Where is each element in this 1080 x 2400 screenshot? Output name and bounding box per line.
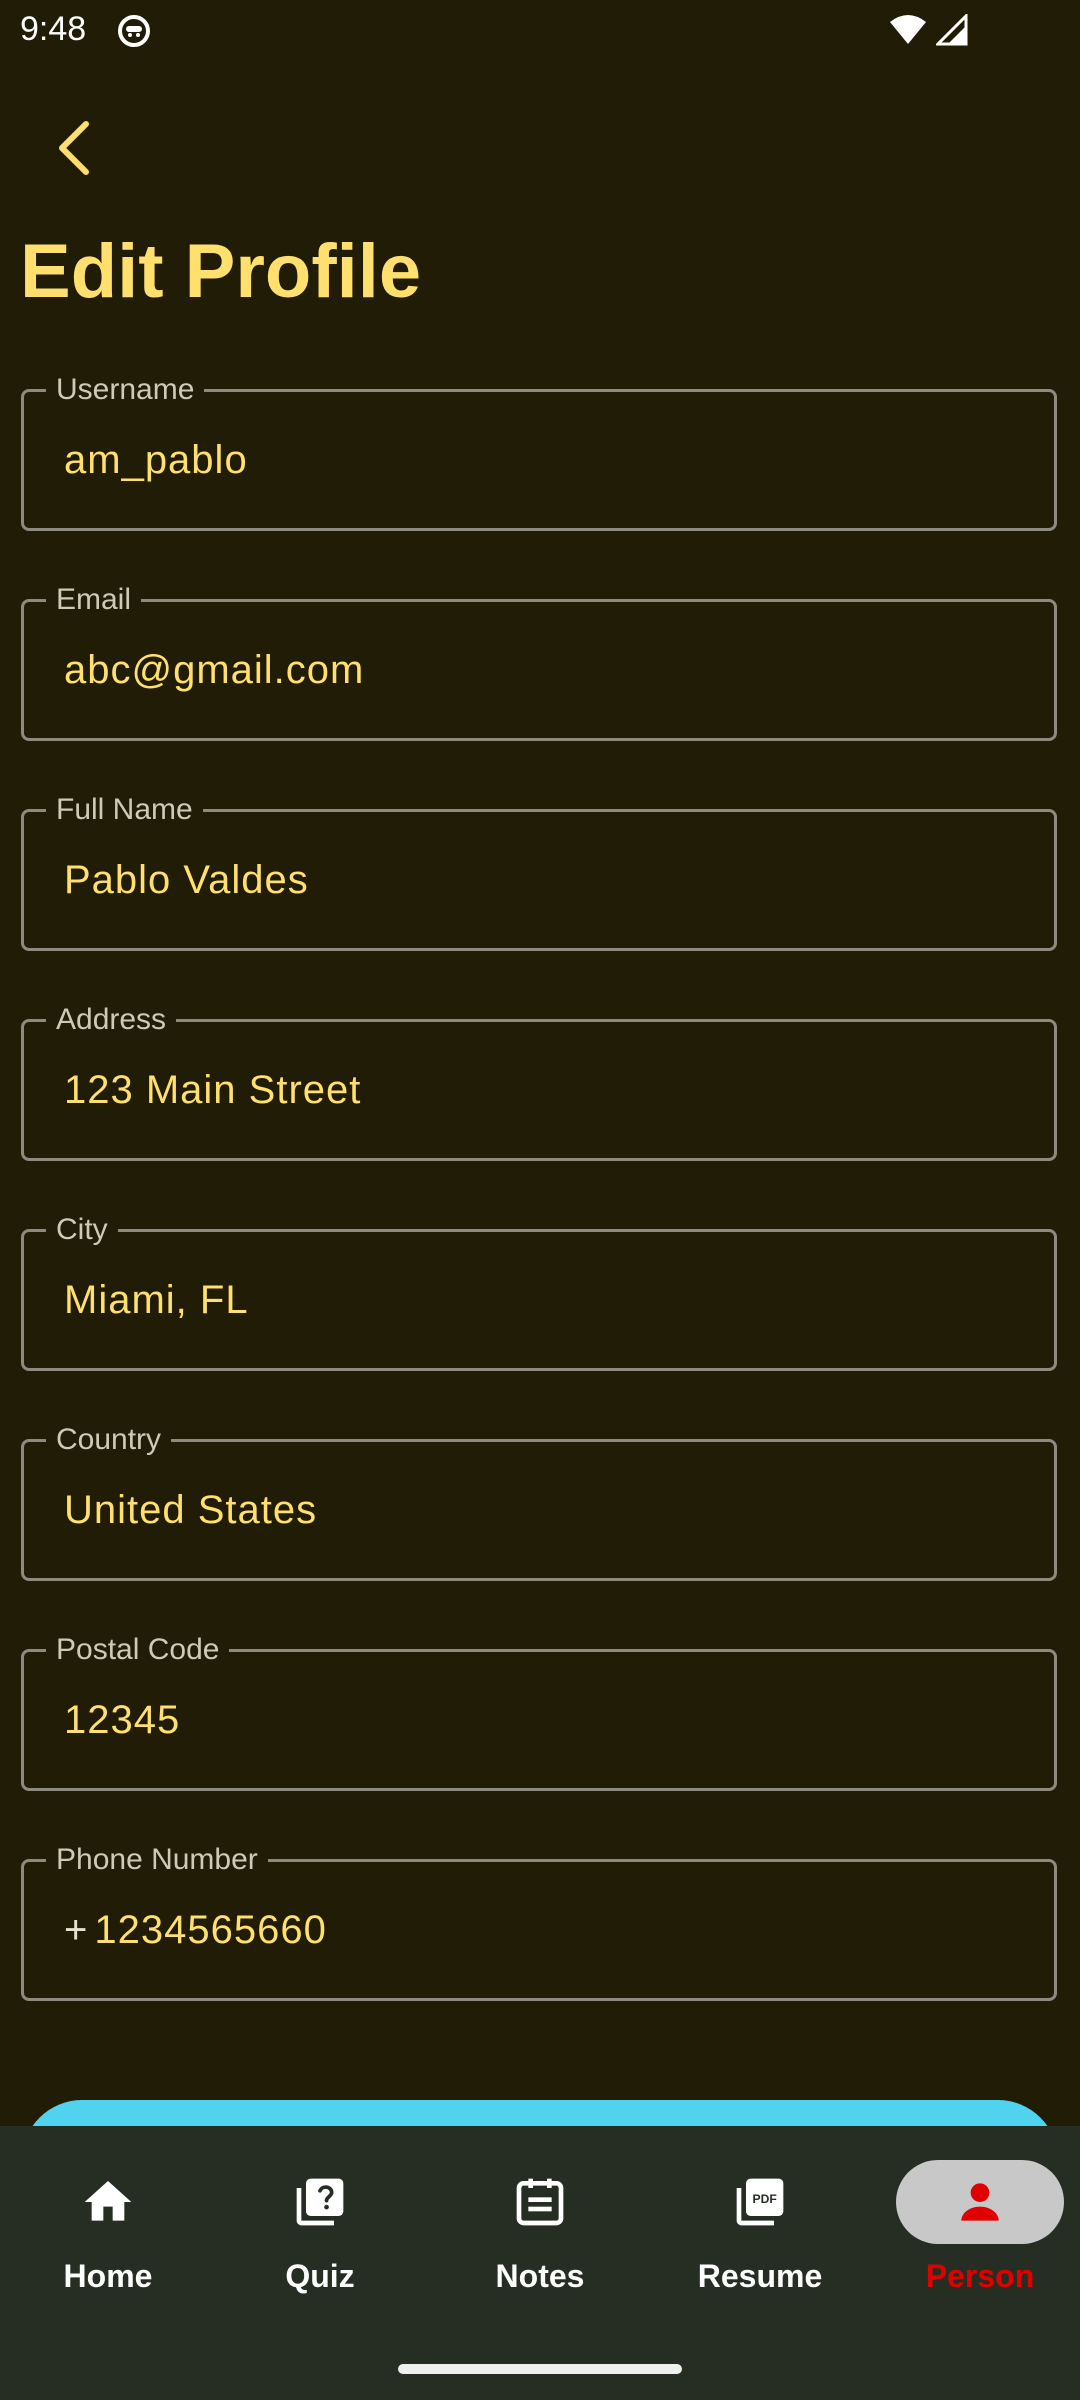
email-field[interactable]: Email abc@gmail.com [21,583,1057,741]
wifi-icon [890,15,926,44]
phone-prefix: + [64,1908,89,1952]
nav-label-quiz: Quiz [285,2258,355,2294]
nav-label-notes: Notes [495,2258,585,2294]
email-value[interactable]: abc@gmail.com [64,602,364,738]
bottom-navigation: Home Quiz Notes PDF Resume Person [0,2126,1080,2400]
address-field[interactable]: Address 123 Main Street [21,1003,1057,1161]
chevron-left-icon [59,121,89,175]
username-value[interactable]: am_pablo [64,392,248,528]
phone-number-value[interactable]: +1234565660 [64,1862,327,1998]
country-value[interactable]: United States [64,1442,317,1578]
home-icon [84,2181,132,2221]
page-title: Edit Profile [20,229,422,314]
nav-item-quiz[interactable]: Quiz [212,2126,428,2326]
phone-number-field[interactable]: Phone Number +1234565660 [21,1843,1057,2001]
app-notification-icon [118,15,150,47]
signal-icon [936,14,968,46]
status-bar: 9:48 [0,0,1080,64]
phone-number-text: 1234565660 [94,1908,327,1952]
postal-code-field[interactable]: Postal Code 12345 [21,1633,1057,1791]
country-field[interactable]: Country United States [21,1423,1057,1581]
nav-item-person[interactable]: Person [872,2126,1080,2326]
nav-label-person: Person [925,2258,1035,2294]
full-name-value[interactable]: Pablo Valdes [64,812,309,948]
person-icon [961,2183,999,2221]
pdf-icon: PDF [736,2178,784,2226]
postal-code-value[interactable]: 12345 [64,1652,180,1788]
notes-icon [516,2178,564,2226]
status-time: 9:48 [20,10,87,48]
back-button[interactable] [44,112,104,184]
home-indicator[interactable] [398,2364,682,2374]
nav-label-home: Home [63,2258,153,2294]
svg-text:PDF: PDF [753,2192,777,2206]
nav-item-notes[interactable]: Notes [432,2126,648,2326]
nav-label-resume: Resume [697,2258,823,2294]
nav-item-resume[interactable]: PDF Resume [652,2126,868,2326]
quiz-icon [296,2178,344,2226]
full-name-field[interactable]: Full Name Pablo Valdes [21,793,1057,951]
nav-item-home[interactable]: Home [0,2126,216,2326]
city-value[interactable]: Miami, FL [64,1232,249,1368]
username-field[interactable]: Username am_pablo [21,373,1057,531]
city-field[interactable]: City Miami, FL [21,1213,1057,1371]
address-value[interactable]: 123 Main Street [64,1022,361,1158]
